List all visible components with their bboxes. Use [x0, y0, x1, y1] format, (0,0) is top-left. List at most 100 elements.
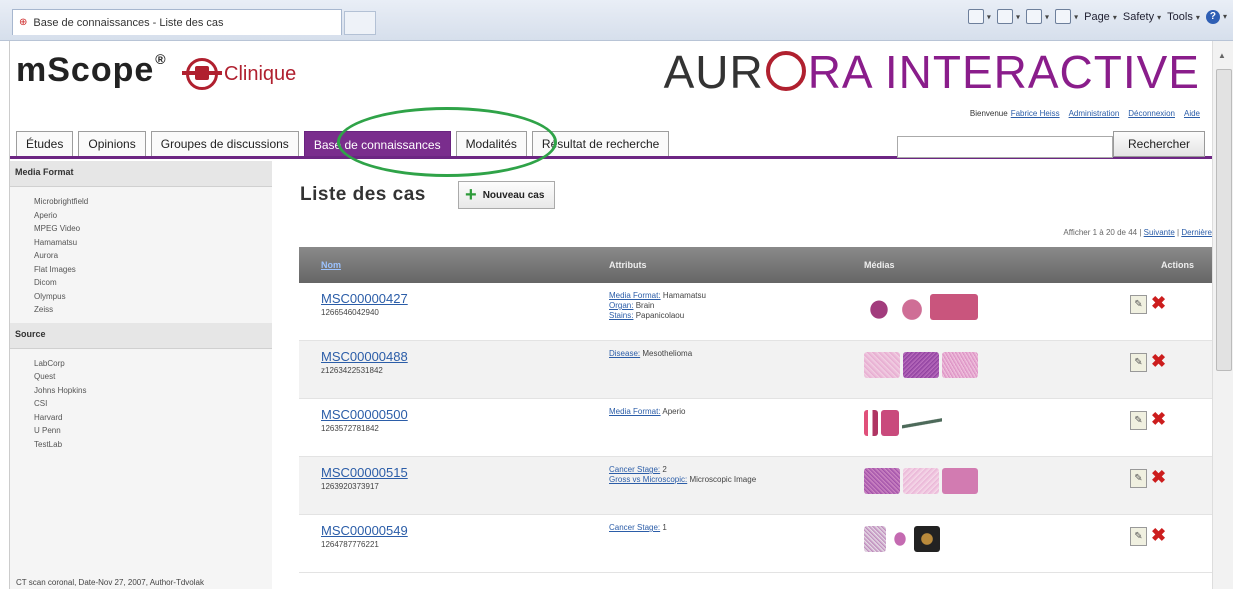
media-item[interactable]: Olympus — [34, 290, 272, 304]
media-thumbnail[interactable] — [889, 526, 911, 552]
edit-icon[interactable]: ✎ — [1130, 353, 1147, 372]
media-item[interactable]: MPEG Video — [34, 222, 272, 236]
media-thumbnail[interactable] — [864, 410, 878, 436]
media-thumbnail[interactable] — [903, 352, 939, 378]
tab-groupes[interactable]: Groupes de discussions — [150, 131, 299, 157]
media-thumbnail[interactable] — [902, 410, 942, 436]
search-button[interactable]: Rechercher — [1113, 131, 1205, 157]
browser-tab[interactable]: ⊕ Base de connaissances - Liste des cas — [12, 9, 342, 35]
source-item[interactable]: LabCorp — [34, 357, 272, 371]
media-item[interactable]: Aurora — [34, 249, 272, 263]
edit-icon[interactable]: ✎ — [1130, 469, 1147, 488]
media-format-heading: Media Format — [10, 161, 272, 187]
mail-icon[interactable]: ▾ — [1025, 9, 1049, 24]
media-format-list: Microbrightfield Aperio MPEG Video Hamam… — [10, 187, 272, 323]
case-media — [864, 515, 1104, 572]
sidebar: Media Format Microbrightfield Aperio MPE… — [10, 161, 272, 589]
user-name-link[interactable]: Fabrice Heiss — [1011, 109, 1060, 118]
new-case-button[interactable]: + Nouveau cas — [458, 181, 556, 209]
column-media: Médias — [864, 260, 895, 270]
scrollbar-thumb[interactable] — [1216, 69, 1232, 371]
media-thumbnail[interactable] — [903, 468, 939, 494]
source-item[interactable]: Johns Hopkins — [34, 384, 272, 398]
welcome-text: Bienvenue — [969, 109, 1008, 118]
page-content: mScope® Clinique AUR RA INTERACTIVE Bienv… — [9, 41, 1212, 589]
scroll-up-icon[interactable]: ▲ — [1218, 51, 1226, 60]
table-row: MSC00000488 z1263422531842 Disease: Mesot… — [299, 341, 1212, 399]
case-id-link[interactable]: MSC00000500 — [321, 407, 609, 422]
feeds-icon[interactable]: ▾ — [996, 9, 1020, 24]
column-name-sort[interactable]: Nom — [299, 260, 609, 270]
help-icon[interactable]: ? ▾ — [1205, 9, 1227, 24]
new-tab-button[interactable] — [344, 11, 376, 35]
case-attributes: Media Format: Aperio — [609, 407, 686, 416]
case-media — [864, 399, 1104, 456]
media-thumbnail[interactable] — [864, 468, 900, 494]
case-id-link[interactable]: MSC00000488 — [321, 349, 609, 364]
highlight-ellipse — [337, 107, 557, 177]
table-row: MSC00000427 1266546042940 Media Format: H… — [299, 283, 1212, 341]
media-thumbnail[interactable] — [942, 468, 978, 494]
media-item[interactable]: Aperio — [34, 209, 272, 223]
source-item[interactable]: TestLab — [34, 438, 272, 452]
browser-tab-title: Base de connaissances - Liste des cas — [33, 16, 224, 29]
media-item[interactable]: Hamamatsu — [34, 236, 272, 250]
next-page-link[interactable]: Suivante — [1144, 228, 1175, 237]
print-icon[interactable]: ▾ — [1055, 9, 1078, 24]
source-item[interactable]: CSI — [34, 397, 272, 411]
case-number: 1264787776221 — [321, 540, 379, 549]
table-row: MSC00000515 1263920373917 Cancer Stage: 2… — [299, 457, 1212, 515]
case-number: 1266546042940 — [321, 308, 379, 317]
search-input[interactable] — [897, 136, 1113, 158]
case-media — [864, 341, 1104, 398]
case-attributes: Cancer Stage: 2 Gross vs Microscopic: Mi… — [609, 465, 757, 484]
column-actions: Actions — [1160, 260, 1194, 270]
media-item[interactable]: Microbrightfield — [34, 195, 272, 209]
site-favicon-icon: ⊕ — [19, 17, 28, 28]
media-thumbnail[interactable] — [930, 294, 978, 320]
case-id-link[interactable]: MSC00000549 — [321, 523, 609, 538]
media-thumbnail[interactable] — [864, 526, 886, 552]
edit-icon[interactable]: ✎ — [1130, 295, 1147, 314]
source-item[interactable]: U Penn — [34, 424, 272, 438]
media-thumbnail[interactable] — [897, 294, 927, 320]
delete-icon[interactable]: ✖ — [1151, 410, 1166, 456]
delete-icon[interactable]: ✖ — [1151, 294, 1166, 340]
media-thumbnail[interactable] — [881, 410, 899, 436]
source-item[interactable]: Quest — [34, 370, 272, 384]
column-attributes: Attributs — [609, 260, 647, 270]
admin-link[interactable]: Administration — [1069, 109, 1120, 118]
delete-icon[interactable]: ✖ — [1151, 468, 1166, 514]
source-list: LabCorp Quest Johns Hopkins CSI Harvard … — [10, 349, 272, 458]
media-thumbnail[interactable] — [914, 526, 940, 552]
media-item[interactable]: Flat Images — [34, 263, 272, 277]
command-bar: ▾ ▾ ▾ ▾ Page ▾ Safety ▾ Tools ▾ ? ▾ — [967, 9, 1227, 24]
source-item[interactable]: Harvard — [34, 411, 272, 425]
page-menu[interactable]: Page ▾ — [1084, 11, 1117, 23]
media-thumbnail[interactable] — [864, 352, 900, 378]
media-thumbnail[interactable] — [942, 352, 978, 378]
case-id-link[interactable]: MSC00000515 — [321, 465, 609, 480]
tab-opinions[interactable]: Opinions — [78, 131, 146, 157]
delete-icon[interactable]: ✖ — [1151, 352, 1166, 398]
plus-icon: + — [465, 184, 477, 206]
last-page-link[interactable]: Dernière — [1181, 228, 1212, 237]
help-link[interactable]: Aide — [1184, 109, 1200, 118]
logout-link[interactable]: Déconnexion — [1128, 109, 1175, 118]
edit-icon[interactable]: ✎ — [1130, 411, 1147, 430]
tools-menu[interactable]: Tools ▾ — [1167, 11, 1200, 23]
browser-toolbar: ⊕ Base de connaissances - Liste des cas … — [0, 0, 1233, 41]
aurora-logo: AUR RA INTERACTIVE — [663, 46, 1200, 98]
product-name: Clinique — [224, 63, 297, 85]
case-id-link[interactable]: MSC00000427 — [321, 291, 609, 306]
home-icon[interactable]: ▾ — [967, 9, 991, 24]
media-thumbnail[interactable] — [864, 294, 894, 320]
delete-icon[interactable]: ✖ — [1151, 526, 1166, 572]
case-number: 1263920373917 — [321, 482, 379, 491]
safety-menu[interactable]: Safety ▾ — [1123, 11, 1161, 23]
media-item[interactable]: Zeiss — [34, 303, 272, 317]
vertical-scrollbar[interactable]: ▲ — [1212, 41, 1233, 589]
media-item[interactable]: Dicom — [34, 276, 272, 290]
tab-etudes[interactable]: Études — [16, 131, 74, 157]
edit-icon[interactable]: ✎ — [1130, 527, 1147, 546]
